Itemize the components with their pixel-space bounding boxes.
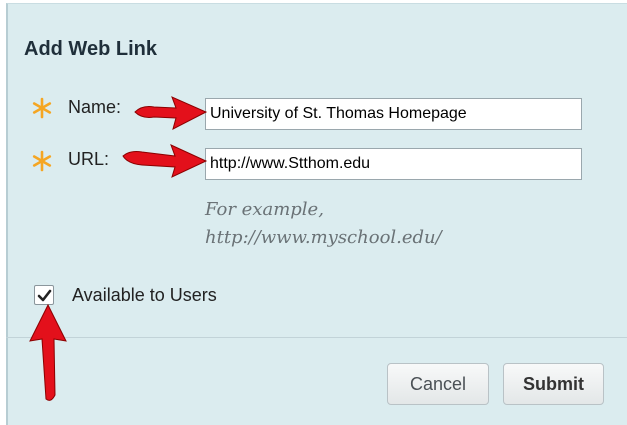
required-asterisk-icon <box>32 150 52 172</box>
annotation-arrow-icon <box>122 144 208 178</box>
available-to-users-checkbox[interactable] <box>34 285 54 305</box>
annotation-arrow-icon <box>134 96 208 130</box>
annotation-arrow-icon <box>29 303 67 401</box>
url-example-hint: For example, http://www.myschool.edu/ <box>205 196 442 252</box>
hint-line-1: For example, <box>205 199 324 220</box>
checkmark-icon <box>37 289 52 302</box>
footer-divider <box>6 337 627 338</box>
name-input[interactable]: University of St. Thomas Homepage <box>205 98 582 130</box>
submit-button[interactable]: Submit <box>503 363 604 405</box>
url-label: URL: <box>68 149 110 169</box>
url-input[interactable]: http://www.Stthom.edu <box>205 148 582 180</box>
available-to-users-label: Available to Users <box>72 285 217 305</box>
hint-line-2: http://www.myschool.edu/ <box>205 227 442 248</box>
required-asterisk-icon <box>32 97 52 119</box>
dialog-title: Add Web Link <box>24 38 157 60</box>
cancel-button[interactable]: Cancel <box>387 363 489 405</box>
name-label: Name: <box>68 97 122 117</box>
